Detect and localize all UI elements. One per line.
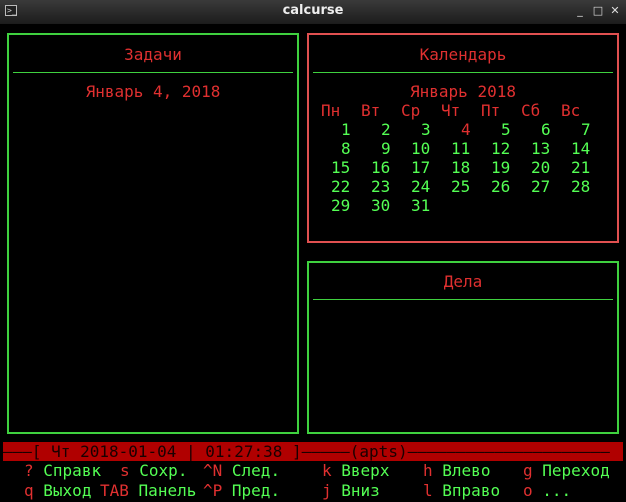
help-key: s — [120, 461, 130, 480]
calendar-day[interactable]: 5 — [501, 120, 511, 139]
calendar-day[interactable]: 1 — [341, 120, 351, 139]
help-label: ... — [542, 481, 572, 500]
calendar-day[interactable]: 26 — [491, 177, 510, 196]
calendar-day[interactable]: 21 — [571, 158, 590, 177]
help-key: h — [423, 461, 433, 480]
calendar-day[interactable]: 7 — [581, 120, 591, 139]
help-key: ? — [24, 461, 34, 480]
calendar-day[interactable]: 20 — [531, 158, 550, 177]
help-item[interactable]: ^N След. — [203, 461, 280, 480]
weekday-header: Вт — [361, 101, 381, 120]
calendar-day[interactable]: 11 — [451, 139, 470, 158]
calendar-day[interactable]: 9 — [381, 139, 391, 158]
status-text: ———[ Чт 2018-01-04 | 01:27:38 ]—————(apt… — [3, 442, 610, 461]
help-item[interactable]: TAB Панель — [100, 481, 196, 500]
calendar-panel-title: Календарь — [419, 45, 507, 64]
help-label: Выход — [43, 481, 92, 500]
calendar-day[interactable]: 31 — [411, 196, 430, 215]
help-key: l — [423, 481, 433, 500]
calendar-day[interactable]: 29 — [331, 196, 350, 215]
calendar-day[interactable]: 28 — [571, 177, 590, 196]
help-label: Пред. — [231, 481, 281, 500]
todo-panel[interactable]: Дела — [307, 261, 619, 434]
calendar-day[interactable]: 2 — [381, 120, 391, 139]
help-key: g — [523, 461, 533, 480]
calendar-day[interactable]: 8 — [341, 139, 351, 158]
maximize-button[interactable]: □ — [592, 5, 604, 17]
help-item[interactable]: s Сохр. — [120, 461, 187, 480]
help-label: Вниз — [341, 481, 380, 500]
calendar-panel[interactable]: Календарь Январь 2018 Пн Вт Ср Чт Пт Сб Вс 1 2 3 4… — [307, 33, 619, 243]
close-button[interactable]: ✕ — [609, 5, 621, 17]
calendar-day[interactable]: 17 — [411, 158, 430, 177]
calendar-day[interactable]: 23 — [371, 177, 390, 196]
weekday-header: Чт — [441, 101, 461, 120]
tasks-panel-title: Задачи — [124, 45, 182, 64]
calendar-day[interactable]: 18 — [451, 158, 470, 177]
tasks-date: Январь 4, 2018 — [85, 82, 221, 101]
help-item[interactable]: l Вправо — [423, 481, 500, 500]
help-item[interactable]: j Вниз — [322, 481, 380, 500]
help-item[interactable]: h Влево — [423, 461, 490, 480]
help-key: ^P — [203, 481, 223, 500]
window-titlebar: >_ calcurse _ □ ✕ — [0, 0, 626, 25]
weekday-header: Вс — [561, 101, 581, 120]
help-label: Сохр. — [139, 461, 188, 480]
help-label: Вверх — [341, 461, 390, 480]
weekday-header: Сб — [521, 101, 541, 120]
calendar-day[interactable]: 12 — [491, 139, 510, 158]
tasks-divider — [13, 72, 293, 73]
calendar-day[interactable]: 10 — [411, 139, 430, 158]
weekday-header: Ср — [401, 101, 421, 120]
help-label: Вправо — [442, 481, 501, 500]
help-label: Панель — [138, 481, 197, 500]
calendar-month: Январь 2018 — [410, 82, 516, 101]
help-item[interactable]: o ... — [523, 481, 571, 500]
help-key: ^N — [203, 461, 223, 480]
calendar-day[interactable]: 30 — [371, 196, 390, 215]
help-label: Справк — [43, 461, 102, 480]
calendar-day[interactable]: 27 — [531, 177, 550, 196]
help-key: k — [322, 461, 332, 480]
calendar-day-today[interactable]: 4 — [461, 120, 471, 139]
calendar-divider — [313, 72, 613, 73]
calendar-day[interactable]: 13 — [531, 139, 550, 158]
todo-panel-title: Дела — [443, 272, 483, 291]
calendar-day[interactable]: 15 — [331, 158, 350, 177]
calendar-day[interactable]: 24 — [411, 177, 430, 196]
help-label: Влево — [442, 461, 491, 480]
calendar-day[interactable]: 6 — [541, 120, 551, 139]
help-label: След. — [231, 461, 281, 480]
calendar-day[interactable]: 16 — [371, 158, 390, 177]
calendar-day[interactable]: 19 — [491, 158, 510, 177]
status-bar: ———[ Чт 2018-01-04 | 01:27:38 ]—————(apt… — [3, 442, 623, 461]
window-title: calcurse — [282, 3, 344, 18]
help-key: j — [322, 481, 332, 500]
todo-divider — [313, 299, 613, 300]
help-key: o — [523, 481, 533, 500]
help-item[interactable]: g Переход — [523, 461, 610, 480]
help-item[interactable]: k Вверх — [322, 461, 389, 480]
calendar-day[interactable]: 14 — [571, 139, 590, 158]
weekday-header: Пн — [321, 101, 341, 120]
help-item[interactable]: q Выход — [24, 481, 91, 500]
calendar-day[interactable]: 25 — [451, 177, 470, 196]
help-item[interactable]: ? Справк — [24, 461, 101, 480]
help-label: Переход — [542, 461, 610, 480]
tasks-panel[interactable]: Задачи Январь 4, 2018 — [7, 33, 299, 434]
calendar-day[interactable]: 22 — [331, 177, 350, 196]
calendar-day[interactable]: 3 — [421, 120, 431, 139]
weekday-header: Пт — [481, 101, 501, 120]
help-key: TAB — [100, 481, 129, 500]
help-key: q — [24, 481, 34, 500]
help-item[interactable]: ^P Пред. — [203, 481, 280, 500]
minimize-button[interactable]: _ — [574, 5, 586, 17]
